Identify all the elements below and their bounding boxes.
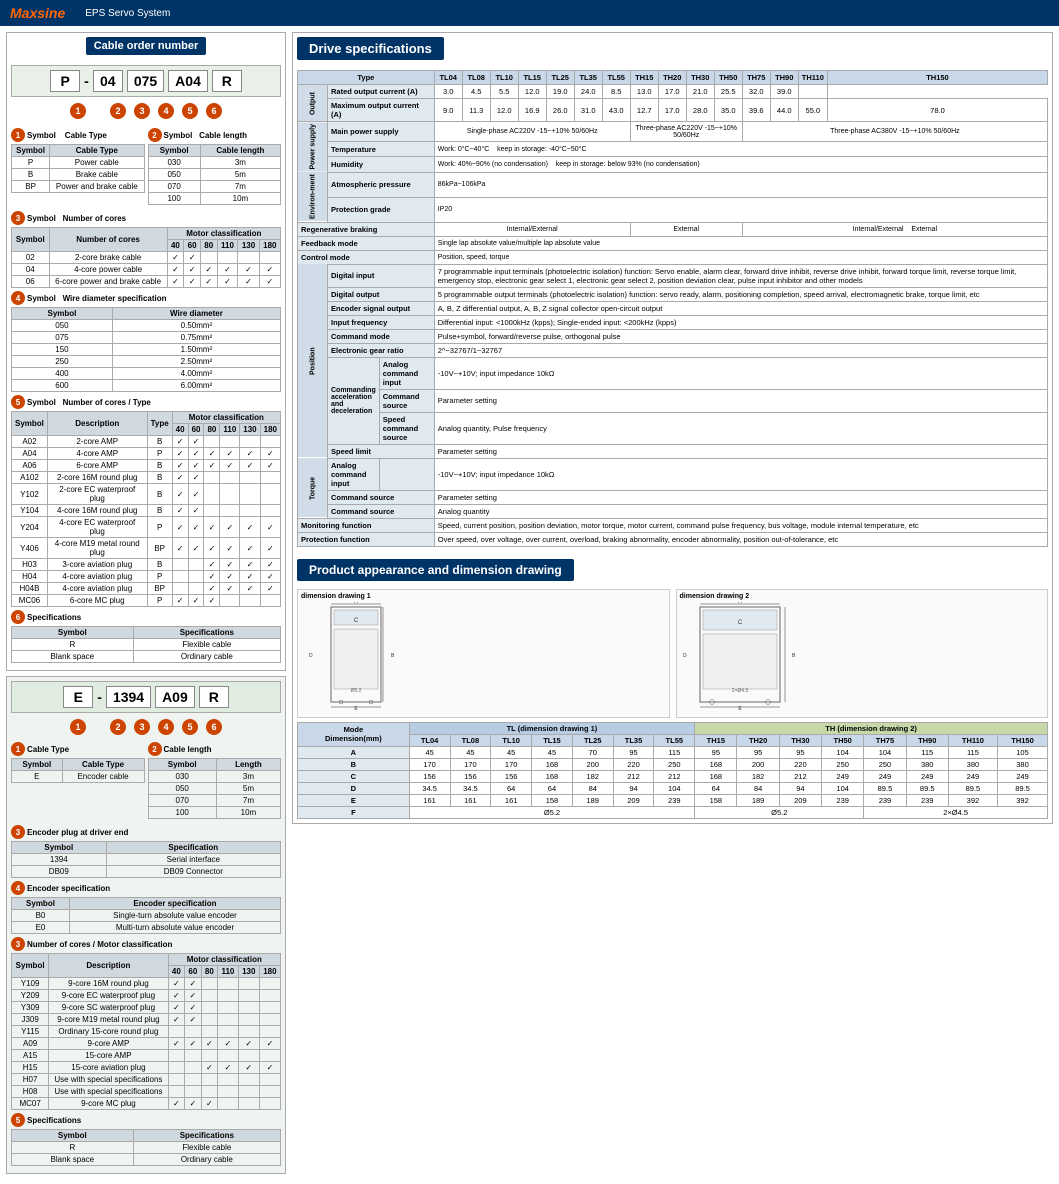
p-part-number-display: P - 04 075 A04 R xyxy=(11,65,281,97)
e-part-circles: 1 2 3 4 5 6 xyxy=(11,719,281,735)
circle-3: 3 xyxy=(134,103,150,119)
drawing2-svg: C A B D E 2×Ø4.5 xyxy=(680,602,870,712)
e-part-number-display: E - 1394 A09 R xyxy=(11,681,281,713)
svg-text:A: A xyxy=(738,602,742,605)
col-cable-type: Cable Type xyxy=(50,145,144,157)
circle-4: 4 xyxy=(158,103,174,119)
right-column: Drive specifications xyxy=(292,32,1053,1178)
product-drawing-title: Product appearance and dimension drawing xyxy=(297,559,574,581)
svg-text:D: D xyxy=(309,653,313,659)
circle-1: 1 xyxy=(70,103,86,119)
main-content: Cable order number P - 04 075 A04 R 1 2 … xyxy=(0,26,1059,1184)
svg-text:A: A xyxy=(354,602,358,605)
drawing2-label: dimension drawing 2 xyxy=(680,593,1045,600)
pn-seg-075: 075 xyxy=(127,70,164,92)
cores-table: Symbol Number of cores Motor classificat… xyxy=(11,227,281,288)
e-circle-4: 4 xyxy=(158,719,174,735)
drawing1-svg: C A B D E Ø5.2 xyxy=(301,602,461,712)
plug-type-table: Symbol Description Type Motor classifica… xyxy=(11,411,281,607)
enc-spec-table: SymbolEncoder specification B0Single-tur… xyxy=(11,897,281,934)
pn-seg-P: P xyxy=(50,70,80,92)
circle-2: 2 xyxy=(110,103,126,119)
e-circle-3: 3 xyxy=(134,719,150,735)
p-part-circles: 1 2 3 4 5 6 xyxy=(11,103,281,119)
enc-motor-table: Symbol Description Motor classification … xyxy=(11,953,281,1110)
cable-length-table: SymbolCable length 0303m 0505m 0707m 100… xyxy=(148,144,282,205)
e-circle-2: 2 xyxy=(110,719,126,735)
pn-seg-R2: R xyxy=(199,686,229,708)
cable-type-table: SymbolCable Type PPower cable BBrake cab… xyxy=(11,144,145,193)
pn-seg-04: 04 xyxy=(93,70,123,92)
wire-diameter-table: SymbolWire diameter 0500.50mm² 0750.75mm… xyxy=(11,307,281,392)
drive-spec-table: Type TL04TL08TL10TL15TL25TL35TL55TH15TH2… xyxy=(297,70,1048,547)
svg-text:Ø5.2: Ø5.2 xyxy=(351,688,362,694)
pn-seg-R: R xyxy=(212,70,242,92)
sym-cable-length-label: Symbol Cable length xyxy=(164,131,248,140)
svg-text:C: C xyxy=(354,618,359,624)
left-column: Cable order number P - 04 075 A04 R 1 2 … xyxy=(6,32,286,1178)
drawing1-label: dimension drawing 1 xyxy=(301,593,666,600)
drive-spec-title: Drive specifications xyxy=(297,37,444,60)
page: Maxsine EPS Servo System Cable order num… xyxy=(0,0,1059,1184)
e-circle-1: 1 xyxy=(70,719,86,735)
sym-cable-type-label: Symbol Cable Type xyxy=(27,131,107,140)
header-subtitle: EPS Servo System xyxy=(85,8,170,19)
e-circle-6: 6 xyxy=(206,719,222,735)
pn-seg-A04: A04 xyxy=(168,70,208,92)
circle-6: 6 xyxy=(206,103,222,119)
col-symbol: Symbol xyxy=(12,145,50,157)
svg-text:B: B xyxy=(792,653,796,659)
svg-text:B: B xyxy=(391,653,395,659)
enc-cable-type: SymbolCable Type EEncoder cable xyxy=(11,758,145,783)
header: Maxsine EPS Servo System xyxy=(0,0,1059,26)
circle-5: 5 xyxy=(182,103,198,119)
brand-logo: Maxsine xyxy=(10,5,65,21)
svg-text:C: C xyxy=(737,620,742,626)
spec-table-cable: SymbolSpecifications RFlexible cable Bla… xyxy=(11,626,281,663)
enc-plug-table: SymbolSpecification 1394Serial interface… xyxy=(11,841,281,878)
e-circle-5: 5 xyxy=(182,719,198,735)
cable-order-title: Cable order number xyxy=(86,37,207,55)
enc-flex-table: SymbolSpecifications RFlexible cable Bla… xyxy=(11,1129,281,1166)
enc-cable-len: SymbolLength 0303m 0505m 0707m 10010m xyxy=(148,758,282,819)
pn-seg-E: E xyxy=(63,686,93,708)
pn-seg-A09: A09 xyxy=(155,686,195,708)
svg-text:2×Ø4.5: 2×Ø4.5 xyxy=(731,688,748,694)
svg-text:D: D xyxy=(683,653,687,659)
dimension-table: ModeDimension(mm) TL (dimension drawing … xyxy=(297,722,1048,819)
pn-seg-1394: 1394 xyxy=(106,686,151,708)
